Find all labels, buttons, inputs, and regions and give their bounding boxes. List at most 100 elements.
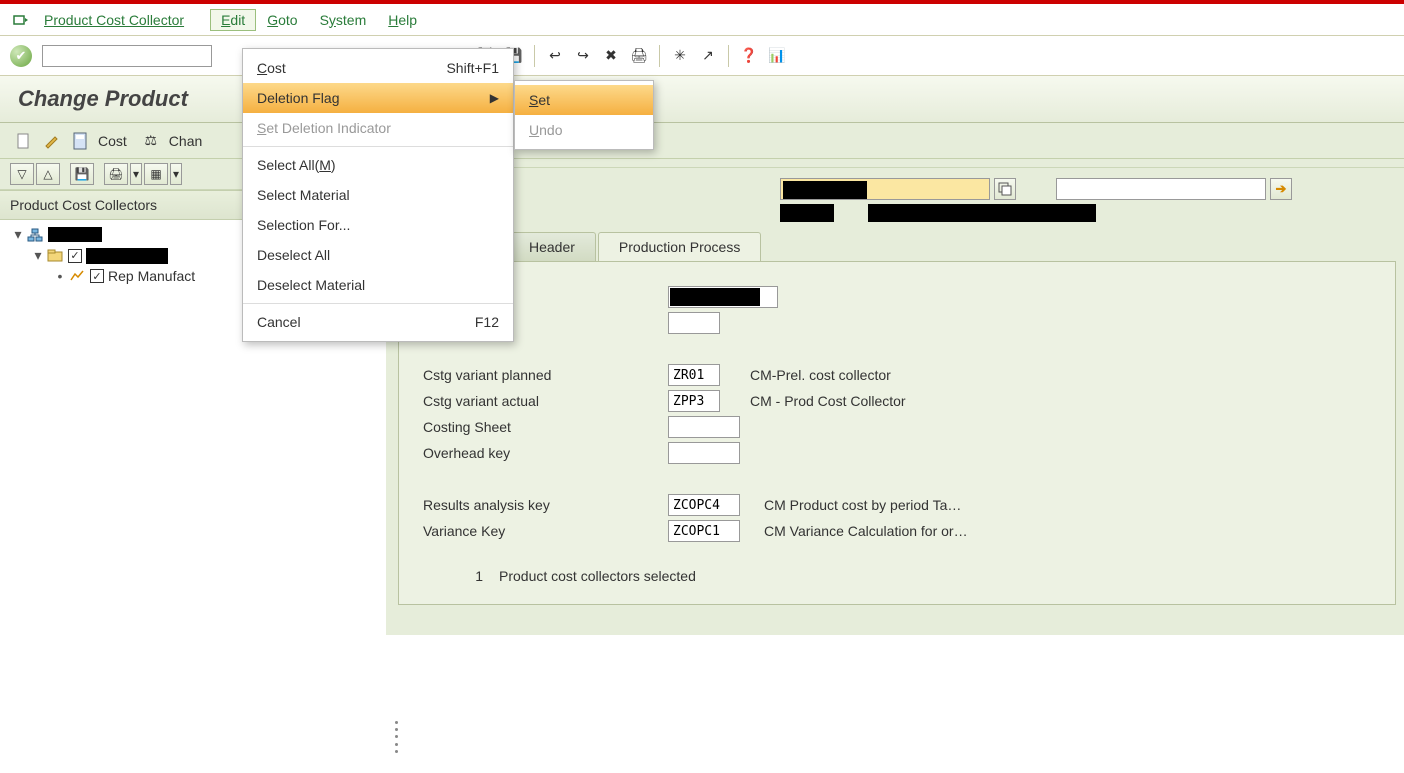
- material-checkbox[interactable]: ✓: [68, 249, 82, 263]
- exit-icon[interactable]: ↪: [573, 46, 593, 66]
- material-folder-icon: [46, 248, 64, 264]
- find-icon[interactable]: ✳: [670, 46, 690, 66]
- tab-body: Profit Center Business Area Cstg variant…: [398, 261, 1396, 605]
- ra-key-input[interactable]: [668, 494, 740, 516]
- menu-item-deselect-all[interactable]: Deselect All: [243, 240, 513, 270]
- menubar-help[interactable]: Help: [377, 9, 428, 31]
- print-tree-icon[interactable]: 🖨: [104, 163, 128, 185]
- page-title: Change Product: [18, 86, 188, 111]
- cstg-actual-input[interactable]: [668, 390, 720, 412]
- costing-sheet-input[interactable]: [668, 416, 740, 438]
- menu-item-cost[interactable]: Cost Shift+F1: [243, 53, 513, 83]
- new-document-icon[interactable]: [14, 131, 34, 151]
- leaf-bullet-icon: •: [54, 268, 66, 284]
- redacted-text: [783, 181, 867, 199]
- continue-arrow-button[interactable]: ➔: [1270, 178, 1292, 200]
- status-count: 1: [423, 568, 483, 584]
- overhead-key-input[interactable]: [668, 442, 740, 464]
- deletion-flag-submenu: Set Undo: [514, 80, 654, 150]
- tab-production-process[interactable]: Production Process: [598, 232, 761, 261]
- separator-icon: [728, 45, 729, 67]
- overhead-key-row: Overhead key: [423, 442, 1371, 464]
- header-band: ➔: [390, 168, 1404, 232]
- business-area-row: Business Area: [423, 312, 1371, 334]
- menubar-edit[interactable]: Edit: [210, 9, 256, 31]
- menu-item-deletion-flag[interactable]: Deletion Flag ▶: [243, 83, 513, 113]
- balance-scale-icon: ⚖: [141, 131, 161, 151]
- costing-sheet-label: Costing Sheet: [423, 419, 668, 435]
- menu-item-selection-for[interactable]: Selection For...: [243, 210, 513, 240]
- profit-center-row: Profit Center: [423, 286, 1371, 308]
- tab-header[interactable]: Header: [508, 232, 596, 261]
- menu-shortcut: Shift+F1: [446, 60, 499, 76]
- cstg-planned-desc: CM-Prel. cost collector: [750, 367, 891, 383]
- cost-button-label: Cost: [98, 133, 127, 149]
- session-icon[interactable]: ↗: [698, 46, 718, 66]
- plant-hierarchy-icon: [26, 227, 44, 243]
- menu-item-select-all[interactable]: Select All(M): [243, 150, 513, 180]
- enter-check-icon[interactable]: ✔: [10, 45, 32, 67]
- menubar: Product Cost Collector Edit Goto System …: [0, 4, 1404, 36]
- command-field[interactable]: [42, 45, 212, 67]
- process-icon: [68, 268, 86, 284]
- layout-icon[interactable]: 📊: [767, 46, 787, 66]
- separator-icon: [534, 45, 535, 67]
- menubar-app-title[interactable]: Product Cost Collector: [44, 12, 184, 28]
- leaf-checkbox[interactable]: ✓: [90, 269, 104, 283]
- menu-item-select-material[interactable]: Select Material: [243, 180, 513, 210]
- menu-item-cancel[interactable]: Cancel F12: [243, 307, 513, 337]
- material-input[interactable]: [780, 178, 990, 200]
- grid-icon[interactable]: ▦: [144, 163, 168, 185]
- expand-all-icon[interactable]: ▽: [10, 163, 34, 185]
- business-area-input[interactable]: [668, 312, 720, 334]
- grid-dropdown-icon[interactable]: ▾: [170, 163, 182, 185]
- redacted-text: [86, 248, 168, 264]
- costing-sheet-row: Costing Sheet: [423, 416, 1371, 438]
- cstg-actual-desc: CM - Prod Cost Collector: [750, 393, 906, 409]
- change-button[interactable]: ⚖ Chan: [141, 131, 202, 151]
- menubar-system[interactable]: System: [309, 9, 378, 31]
- standard-toolbar: ✔ 💾 💾 ↩ ↪ ✖ 🖨 ✳ ↗ ❓ 📊: [0, 36, 1404, 76]
- cost-button[interactable]: Cost: [70, 131, 127, 151]
- status-row: 1 Product cost collectors selected: [423, 568, 1371, 584]
- main-area: ▽ △ 💾 🖨 ▾ ▦ ▾ Product Cost Collectors ▾: [0, 159, 1404, 635]
- variance-key-label: Variance Key: [423, 523, 668, 539]
- cstg-planned-input[interactable]: [668, 364, 720, 386]
- change-button-label: Chan: [169, 133, 202, 149]
- menu-separator: [243, 303, 513, 304]
- collapse-all-icon[interactable]: △: [36, 163, 60, 185]
- redacted-text: [670, 288, 760, 306]
- menu-item-deselect-material[interactable]: Deselect Material: [243, 270, 513, 300]
- ra-key-row: Results analysis key CM Product cost by …: [423, 494, 1371, 516]
- edit-pencil-icon[interactable]: [42, 131, 62, 151]
- overhead-key-label: Overhead key: [423, 445, 668, 461]
- menu-item-set-deletion-indicator: Set Deletion Indicator: [243, 113, 513, 143]
- profit-center-input[interactable]: [668, 286, 778, 308]
- ra-key-label: Results analysis key: [423, 497, 668, 513]
- redacted-text: [48, 227, 102, 242]
- search-help-icon[interactable]: [994, 178, 1016, 200]
- variance-key-input[interactable]: [668, 520, 740, 542]
- secondary-toolbar: Cost ⚖ Chan: [0, 123, 1404, 159]
- splitter-grip-icon[interactable]: [392, 719, 400, 755]
- variance-key-row: Variance Key CM Variance Calculation for…: [423, 520, 1371, 542]
- collapse-toggle-icon[interactable]: ▾: [12, 226, 24, 243]
- tree-leaf-label: Rep Manufact: [108, 268, 195, 284]
- menu-separator: [243, 146, 513, 147]
- print-icon[interactable]: 🖨: [629, 46, 649, 66]
- status-text: Product cost collectors selected: [499, 568, 696, 584]
- description-input[interactable]: [1056, 178, 1266, 200]
- cancel-icon[interactable]: ✖: [601, 46, 621, 66]
- right-panel: ➔ Header Production Process Profit Cente…: [390, 159, 1404, 635]
- menubar-goto[interactable]: Goto: [256, 9, 308, 31]
- help-icon[interactable]: ❓: [739, 46, 759, 66]
- menu-dropdown-icon[interactable]: [12, 12, 30, 28]
- submenu-item-set[interactable]: Set: [515, 85, 653, 115]
- header-top-toolbar: [390, 159, 1404, 168]
- collapse-toggle-icon[interactable]: ▾: [32, 247, 44, 264]
- ra-key-desc: CM Product cost by period Ta…: [764, 497, 961, 513]
- print-dropdown-icon[interactable]: ▾: [130, 163, 142, 185]
- back-icon[interactable]: ↩: [545, 46, 565, 66]
- submenu-arrow-icon: ▶: [490, 91, 499, 105]
- save-layout-icon[interactable]: 💾: [70, 163, 94, 185]
